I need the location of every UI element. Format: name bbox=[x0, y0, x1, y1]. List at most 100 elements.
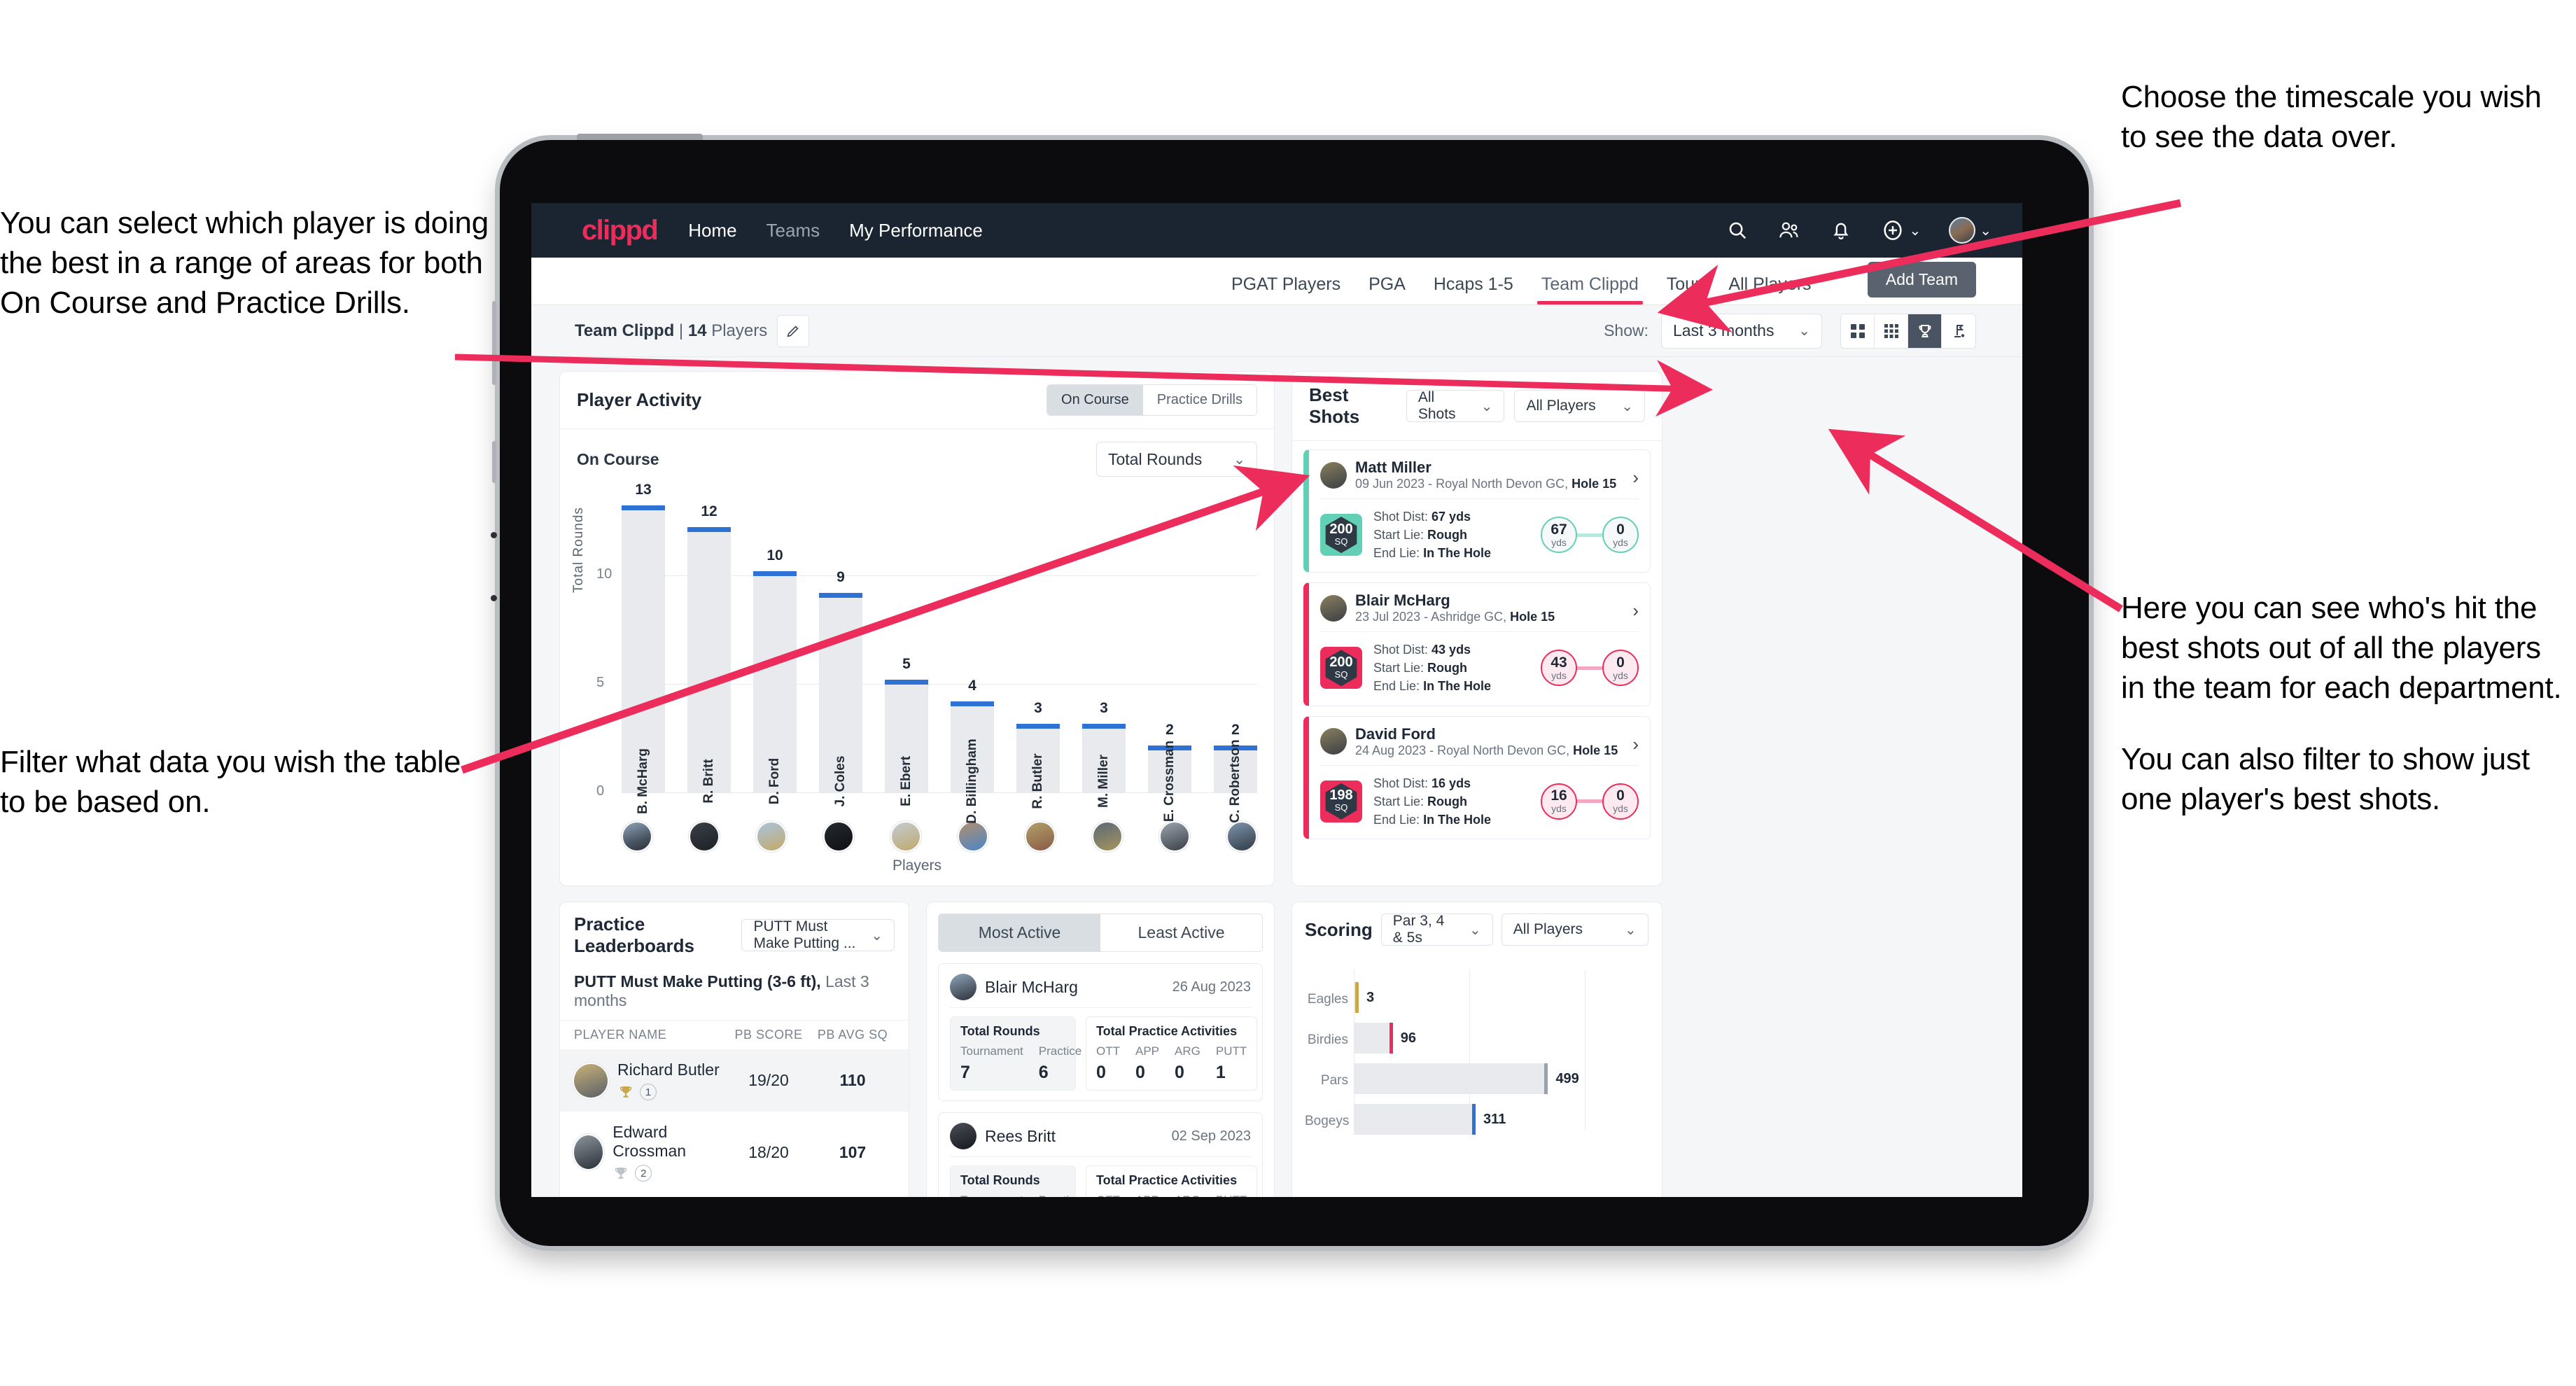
people-icon[interactable] bbox=[1777, 218, 1801, 242]
player-avatar[interactable] bbox=[1092, 821, 1123, 852]
view-trophy-icon[interactable] bbox=[1908, 314, 1942, 348]
scoring-row[interactable]: 3 bbox=[1354, 982, 1374, 1013]
x-axis-label: Players bbox=[892, 858, 942, 874]
bar-d-billingham[interactable]: 4 D. Billingham bbox=[951, 678, 994, 824]
tab-most-active[interactable]: Most Active bbox=[939, 914, 1100, 951]
tab-hcaps-1-5[interactable]: Hcaps 1-5 bbox=[1434, 274, 1513, 304]
tablet-volume-button[interactable] bbox=[492, 441, 496, 483]
from-value: 16 bbox=[1550, 788, 1567, 804]
scoring-row[interactable]: 311 bbox=[1354, 1104, 1506, 1135]
shots-filter-select[interactable]: All Shots ⌄ bbox=[1406, 389, 1505, 422]
player-avatar[interactable] bbox=[756, 821, 787, 852]
shot-quality-badge: 200 SQ bbox=[1320, 514, 1362, 556]
bar-j-coles[interactable]: 9 J. Coles bbox=[819, 569, 862, 806]
scoring-bar bbox=[1354, 1063, 1548, 1094]
view-grid-large-icon[interactable] bbox=[1841, 314, 1875, 348]
team-label: Team Clippd | 14 Players bbox=[575, 321, 767, 341]
tab-all-players[interactable]: All Players bbox=[1728, 274, 1811, 304]
hexagon-icon: 200 SQ bbox=[1325, 650, 1357, 687]
tab-team-clippd[interactable]: Team Clippd bbox=[1536, 274, 1643, 304]
player-avatar[interactable] bbox=[823, 821, 854, 852]
bar-value: 2 bbox=[1231, 721, 1240, 738]
bar-r-britt[interactable]: 12 R. Britt bbox=[687, 503, 731, 804]
drill-select[interactable]: PUTT Must Make Putting ... ⌄ bbox=[741, 918, 895, 951]
chevron-down-icon: ⌄ bbox=[1233, 451, 1245, 468]
player-avatars-row bbox=[622, 821, 1257, 852]
edit-team-button[interactable] bbox=[777, 314, 810, 347]
practice-activities-box: Total Practice Activities OTT 0 APP 0 ARG 0 PUT… bbox=[1086, 1016, 1258, 1091]
nav-link-home[interactable]: Home bbox=[688, 220, 736, 241]
bar-cap bbox=[951, 701, 994, 707]
distance-connector bbox=[1577, 533, 1602, 537]
bar-e-ebert[interactable]: 5 E. Ebert bbox=[885, 656, 928, 806]
scoring-title: Scoring bbox=[1305, 918, 1373, 940]
segment-on-course[interactable]: On Course bbox=[1047, 385, 1143, 415]
tournament-label: Tournament bbox=[960, 1044, 1023, 1058]
tab-tour[interactable]: Tour bbox=[1667, 274, 1701, 304]
practice-activities-title: Total Practice Activities bbox=[1096, 1024, 1238, 1038]
bar-e-crossman[interactable]: 2 E. Crossman bbox=[1148, 722, 1191, 822]
from-unit: yds bbox=[1551, 803, 1567, 815]
activity-player-card[interactable]: Rees Britt 02 Sep 2023 Total Rounds Tournam… bbox=[938, 1112, 1263, 1197]
players-filter-select[interactable]: All Players ⌄ bbox=[1514, 390, 1645, 422]
user-menu[interactable]: ⌄ bbox=[1949, 217, 1991, 244]
nav-link-my-performance[interactable]: My Performance bbox=[849, 220, 983, 241]
player-avatar[interactable] bbox=[1159, 821, 1190, 852]
bar-r-butler[interactable]: 3 R. Butler bbox=[1016, 700, 1060, 809]
activity-player-card[interactable]: Blair McHarg 26 Aug 2023 Total Rounds Tourn… bbox=[938, 963, 1263, 1101]
bar-c-robertson[interactable]: 2 C. Robertson bbox=[1214, 722, 1257, 823]
table-row[interactable]: Richard Butler 1 19/20 110 bbox=[560, 1049, 909, 1112]
clippd-logo[interactable]: clippd bbox=[582, 215, 659, 246]
view-grid-small-icon[interactable] bbox=[1875, 314, 1908, 348]
to-unit: yds bbox=[1613, 536, 1628, 548]
player-avatar[interactable] bbox=[890, 821, 921, 852]
player-avatar[interactable] bbox=[958, 821, 988, 852]
player-avatar[interactable] bbox=[689, 821, 720, 852]
view-flag-icon[interactable] bbox=[1942, 314, 1975, 348]
chevron-right-icon[interactable]: › bbox=[1632, 600, 1639, 622]
best-shot-card[interactable]: David Ford 24 Aug 2023 - Royal North Devo… bbox=[1303, 715, 1651, 839]
tab-pga[interactable]: PGA bbox=[1368, 274, 1406, 304]
bell-icon[interactable] bbox=[1829, 218, 1853, 242]
activity-card: Most Active Least Active Blair McHarg 26 … bbox=[926, 902, 1275, 1197]
player-avatar[interactable] bbox=[1226, 821, 1257, 852]
col-pb-avg-sq: PB AVG SQ bbox=[817, 1028, 888, 1042]
putt-label: PUTT bbox=[1215, 1044, 1247, 1058]
bar-label: B. McHarg bbox=[636, 748, 650, 814]
scoring-players-select[interactable]: All Players ⌄ bbox=[1501, 913, 1648, 946]
par-filter-select[interactable]: Par 3, 4 & 5s ⌄ bbox=[1380, 913, 1493, 946]
bar-label: D. Billingham bbox=[965, 738, 979, 824]
scoring-value: 96 bbox=[1400, 1030, 1417, 1046]
plus-circle-icon[interactable] bbox=[1881, 218, 1905, 242]
tab-pgat-players[interactable]: PGAT Players bbox=[1231, 274, 1340, 304]
end-lie-line: End Lie: In The Hole bbox=[1373, 679, 1492, 694]
player-avatar[interactable] bbox=[1025, 821, 1056, 852]
bar-b-mcharg[interactable]: 13 B. McHarg bbox=[622, 482, 665, 814]
best-shot-card[interactable]: Blair McHarg 23 Jul 2023 - Ashridge GC, H… bbox=[1303, 582, 1651, 706]
timescale-select[interactable]: Last 3 months ⌄ bbox=[1661, 313, 1822, 349]
search-icon[interactable] bbox=[1726, 218, 1749, 242]
nav-link-teams[interactable]: Teams bbox=[766, 220, 820, 241]
avatar[interactable] bbox=[1949, 217, 1976, 244]
bar-d-ford[interactable]: 10 D. Ford bbox=[753, 547, 797, 804]
scoring-row[interactable]: 499 bbox=[1354, 1063, 1579, 1094]
scoring-bar-tip bbox=[1472, 1104, 1476, 1135]
shot-quality-badge: 198 SQ bbox=[1320, 780, 1362, 822]
end-lie-line: End Lie: In The Hole bbox=[1373, 546, 1492, 561]
table-row[interactable]: Edward Crossman 2 18/20 107 bbox=[560, 1112, 909, 1193]
shot-details: Shot Dist: 67 yds Start Lie: Rough End Lie… bbox=[1373, 507, 1491, 562]
scoring-row[interactable]: 96 bbox=[1354, 1023, 1416, 1054]
bar-m-miller[interactable]: 3 M. Miller bbox=[1082, 700, 1126, 808]
tab-least-active[interactable]: Least Active bbox=[1100, 914, 1262, 951]
metric-select[interactable]: Total Rounds ⌄ bbox=[1096, 442, 1257, 477]
segment-practice-drills[interactable]: Practice Drills bbox=[1142, 385, 1256, 415]
arg-label: ARG bbox=[1175, 1194, 1200, 1197]
add-menu[interactable]: ⌄ bbox=[1881, 218, 1921, 242]
chevron-right-icon[interactable]: › bbox=[1632, 467, 1639, 489]
player-avatar[interactable] bbox=[622, 821, 652, 852]
add-team-tooltip[interactable]: Add Team bbox=[1867, 262, 1976, 298]
best-shot-card[interactable]: Matt Miller 09 Jun 2023 - Royal North Dev… bbox=[1303, 449, 1651, 573]
annotation-right-mid-text: Here you can see who's hit the best shot… bbox=[2121, 591, 2562, 706]
chevron-right-icon[interactable]: › bbox=[1632, 734, 1639, 755]
avatar bbox=[950, 974, 976, 1000]
